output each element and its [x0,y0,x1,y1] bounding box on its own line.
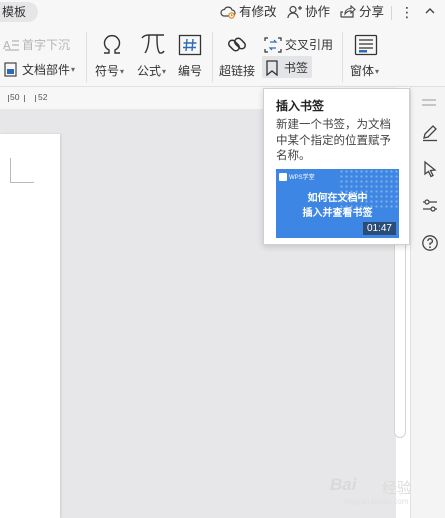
bookmark-tooltip: 插入书签 新建一个书签，为文档中某个指定的位置赋予名称。 WPS学堂 如何在文档… [263,88,410,245]
watermark-sub: 经验 [382,480,413,497]
document-page[interactable] [0,134,60,518]
cross-ref-icon [264,36,282,53]
drop-cap-icon: A [3,39,19,52]
ruler-mark-50: 50 [10,92,20,102]
numbering-button[interactable]: 编号 [176,32,206,82]
pi-icon [141,34,165,54]
add-user-icon [287,5,302,19]
omega-icon [103,34,121,54]
hamburger-icon[interactable] [421,97,437,109]
video-duration: 01:47 [362,222,396,235]
bookmark-label: 书签 [284,61,309,75]
doc-parts-icon [4,62,17,77]
form-window-button[interactable]: 窗体▾ [350,32,390,82]
cross-reference-label: 交叉引用 [285,38,334,52]
divider [391,6,392,20]
chevron-up-icon[interactable] [423,4,437,18]
wps-academy-logo: WPS学堂 [279,172,315,181]
pen-icon[interactable] [421,124,439,142]
numbering-label: 编号 [178,64,203,78]
help-circle-icon[interactable] [421,234,439,252]
ruler-tick [24,95,25,102]
drop-cap-button[interactable]: A 首字下沉 [3,36,70,53]
pointer-icon[interactable] [421,160,439,178]
doc-parts-label: 文档部件 [22,63,71,77]
watermark-brand: Bai [330,475,357,494]
hash-box-icon [178,34,202,56]
divider [86,32,87,82]
insert-ribbon: A 首字下沉 文档部件 ▾ 符号▾ 公式▾ 编号 超链接 交叉引用 书签 窗体▾ [0,26,445,87]
formula-label: 公式▾ [137,64,167,78]
bookmark-button[interactable]: 书签 [265,59,308,76]
video-title-line1: 如何在文档中 [307,193,368,204]
formula-button[interactable]: 公式▾ [136,32,170,82]
ruler-mark-52: 52 [38,92,48,102]
divider [342,32,343,82]
tutorial-video-thumbnail[interactable]: WPS学堂 如何在文档中 插入并查看书签 01:47 [276,169,399,238]
hyperlink-button[interactable]: 超链接 [218,32,258,82]
share-button[interactable]: 分享 [340,3,384,21]
baidu-jingyan-watermark: Bai 经验 jingyan.baidu.com [330,469,430,509]
template-tab[interactable]: 模板 [0,2,38,22]
watermark-url: jingyan.baidu.com [344,497,409,506]
chevron-down-icon: ▾ [71,65,76,74]
bookmark-icon [266,59,278,76]
collaborate-button[interactable]: 协作 [287,3,330,21]
symbol-label: 符号▾ [95,64,125,78]
margin-corner-mark [10,182,34,183]
share-icon [340,5,356,18]
collaborate-label: 协作 [305,5,331,19]
tooltip-description: 新建一个书签，为文档中某个指定的位置赋予名称。 [276,119,391,162]
form-window-label: 窗体▾ [350,64,380,78]
link-icon [227,37,247,52]
has-changes-button[interactable]: 有修改 [220,3,277,21]
doc-parts-button[interactable]: 文档部件 ▾ [3,61,75,78]
form-window-icon [354,34,378,56]
symbol-button[interactable]: 符号▾ [95,32,129,82]
cross-reference-button[interactable]: 交叉引用 [264,36,333,53]
tooltip-title: 插入书签 [276,99,325,113]
has-changes-label: 有修改 [239,5,277,19]
vertical-scrollbar[interactable] [394,236,406,438]
ruler-tick [35,95,36,102]
sliders-icon[interactable] [421,197,439,215]
margin-corner-mark [10,158,11,182]
hyperlink-label: 超链接 [219,64,256,78]
more-menu-button[interactable]: ⋮ [400,3,414,21]
divider [212,32,213,82]
top-bar: 模板 有修改 协作 分享 ⋮ [0,0,445,26]
right-side-panel [410,87,445,518]
drop-cap-label: 首字下沉 [22,38,71,52]
ruler-tick [8,95,9,102]
cloud-sync-icon [220,6,236,19]
share-label: 分享 [359,5,385,19]
video-title-line2: 插入并查看书签 [302,208,373,219]
